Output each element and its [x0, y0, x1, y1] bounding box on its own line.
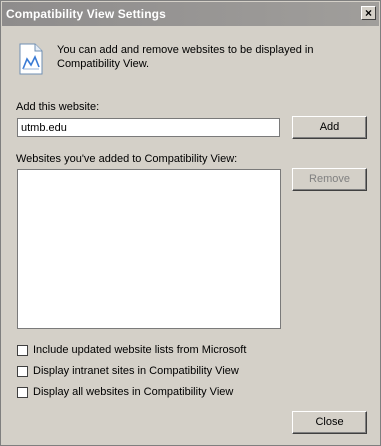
compatibility-view-dialog: Compatibility View Settings × You can ad… — [0, 0, 381, 446]
add-website-label: Add this website: — [16, 101, 100, 113]
display-intranet-checkbox[interactable] — [17, 366, 28, 377]
title-bar[interactable]: Compatibility View Settings × — [2, 2, 379, 26]
include-updated-lists-checkbox[interactable] — [17, 345, 28, 356]
close-button[interactable]: Close — [292, 411, 367, 434]
added-websites-list[interactable] — [17, 169, 281, 329]
remove-button[interactable]: Remove — [292, 168, 367, 191]
display-intranet-label: Display intranet sites in Compatibility … — [33, 365, 239, 377]
added-websites-label: Websites you've added to Compatibility V… — [16, 153, 238, 165]
page-document-icon — [19, 43, 43, 75]
display-all-checkbox[interactable] — [17, 387, 28, 398]
add-button[interactable]: Add — [292, 116, 367, 139]
window-close-button[interactable]: × — [361, 6, 376, 20]
info-text: You can add and remove websites to be di… — [57, 44, 314, 70]
window-title: Compatibility View Settings — [6, 7, 166, 21]
include-updated-lists-label: Include updated website lists from Micro… — [33, 344, 247, 356]
add-website-input[interactable] — [17, 118, 280, 137]
display-all-label: Display all websites in Compatibility Vi… — [33, 386, 234, 398]
